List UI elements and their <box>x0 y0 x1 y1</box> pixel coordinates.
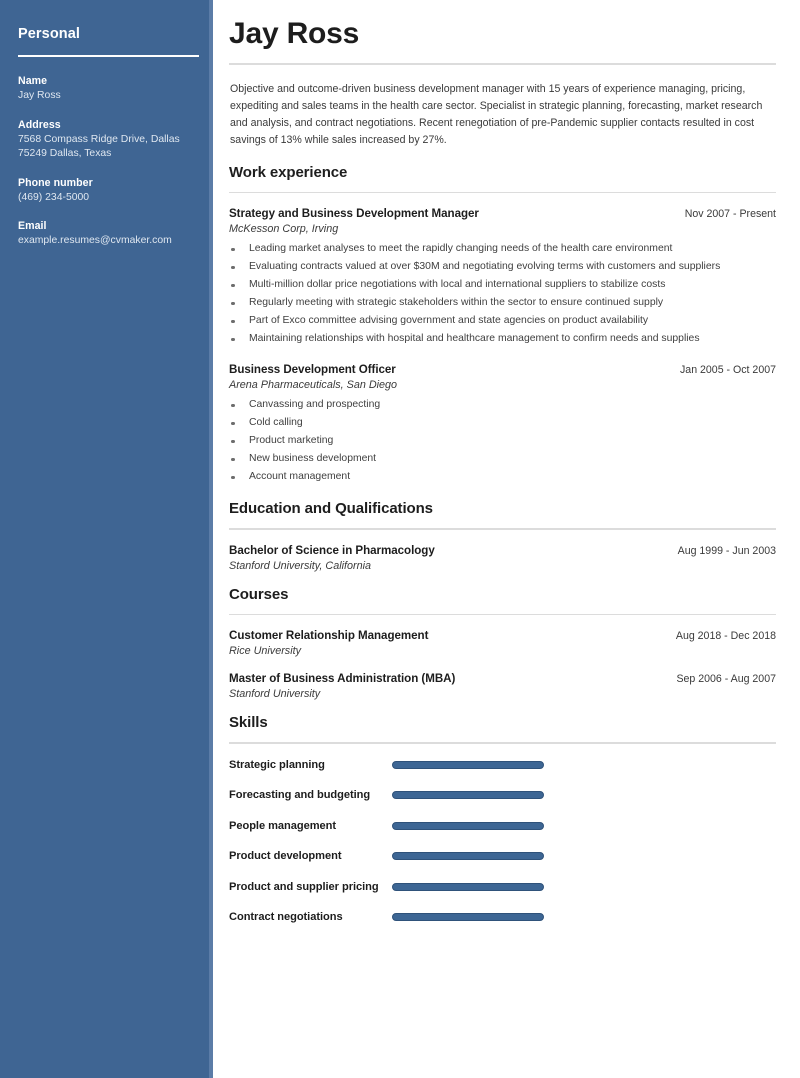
entry-date-range: Aug 2018 - Dec 2018 <box>675 630 776 643</box>
personal-sidebar: Personal Name Jay Ross Address 7568 Compass… <box>0 0 213 1078</box>
entry-bullet-list: Leading market analyses to meet the rapi… <box>229 235 776 348</box>
entry-bullet: Maintaining relationships with hospital … <box>229 330 776 348</box>
skill-row: Product development <box>229 841 776 872</box>
sidebar-field: Name Jay Ross <box>18 74 197 104</box>
section-work-experience: Work experience Strategy and Business De… <box>229 150 776 487</box>
skill-level-track <box>392 760 544 769</box>
entry-organization: Stanford University <box>229 688 321 701</box>
skills-rating-list: Strategic planning Forecasting and budget… <box>229 744 776 933</box>
skill-name: Forecasting and budgeting <box>229 789 371 802</box>
resume-entry: Strategy and Business Development Manage… <box>229 207 776 348</box>
section-heading-work: Work experience <box>229 163 348 181</box>
skill-level-track <box>392 913 544 922</box>
skill-name: People management <box>229 819 337 832</box>
sidebar-field: Email example.resumes@cvmaker.com <box>18 219 197 249</box>
sidebar-field-value: 75249 Dallas, Texas <box>18 148 112 159</box>
skill-row: Product and supplier pricing <box>229 872 776 903</box>
resume-page: Personal Name Jay Ross Address 7568 Compass… <box>0 0 800 1078</box>
resume-entry: Bachelor of Science in Pharmacology Aug 1… <box>229 544 776 572</box>
sidebar-field-label: Phone number <box>18 176 93 189</box>
entry-bullet: Regularly meeting with strategic stakeho… <box>229 294 776 312</box>
entry-date-range: Jan 2005 - Oct 2007 <box>680 364 776 377</box>
entry-bullet: Cold calling <box>229 414 776 432</box>
sidebar-divider <box>18 55 199 57</box>
skill-level-bar <box>392 913 544 922</box>
sidebar-field-value: example.resumes@cvmaker.com <box>18 235 172 246</box>
entry-header: Customer Relationship Management Aug 2018… <box>229 629 776 642</box>
skill-name: Strategic planning <box>229 758 325 771</box>
skill-level-bar <box>392 760 544 769</box>
entry-title: Strategy and Business Development Manage… <box>229 207 479 221</box>
entry-title: Business Development Officer <box>229 363 396 377</box>
entry-organization: McKesson Corp, Irving <box>229 223 339 236</box>
skill-level-bar <box>392 821 544 830</box>
sidebar-field-value: (469) 234-5000 <box>18 191 90 203</box>
entry-title: Master of Business Administration (MBA) <box>229 672 456 686</box>
section-education: Education and Qualifications Bachelor of… <box>229 486 776 572</box>
entry-bullet: Part of Exco committee advising governme… <box>229 312 776 330</box>
entry-header: Strategy and Business Development Manage… <box>229 207 776 220</box>
sidebar-field-label: Name <box>18 75 48 87</box>
work-entry-list: Strategy and Business Development Manage… <box>229 193 776 486</box>
sidebar-edge-accent <box>209 0 213 1078</box>
skill-name: Contract negotiations <box>229 911 343 924</box>
entry-bullet-list: Canvassing and prospecting Cold calling Pr… <box>229 391 776 486</box>
section-heading-skills: Skills <box>229 714 268 732</box>
section-skills: Skills Strategic planning Forecasting and… <box>229 700 776 933</box>
skill-level-bar <box>392 882 544 891</box>
skill-name: Product and supplier pricing <box>229 880 379 893</box>
entry-title: Bachelor of Science in Pharmacology <box>229 543 435 557</box>
entry-date-range: Nov 2007 - Present <box>684 208 776 221</box>
entry-header: Business Development Officer Jan 2005 - O… <box>229 363 776 376</box>
sidebar-field-value: 7568 Compass Ridge Drive, Dallas <box>18 133 180 145</box>
skill-level-track <box>392 882 544 891</box>
entry-bullet: Evaluating contracts valued at over $30M… <box>229 258 776 276</box>
entry-header: Bachelor of Science in Pharmacology Aug 1… <box>229 544 776 557</box>
sidebar-field-label: Address <box>18 118 61 131</box>
sidebar-field-label: Email <box>18 220 47 232</box>
skill-level-track <box>392 852 544 861</box>
section-heading-courses: Courses <box>229 585 289 603</box>
entry-organization: Arena Pharmaceuticals, San Diego <box>229 379 398 392</box>
entry-bullet: Account management <box>229 468 776 486</box>
sidebar-title: Personal <box>18 26 81 42</box>
resume-entry: Business Development Officer Jan 2005 - O… <box>229 363 776 486</box>
resume-entry: Customer Relationship Management Aug 2018… <box>229 629 776 657</box>
resume-entry: Master of Business Administration (MBA) S… <box>229 672 776 700</box>
skill-level-track <box>392 791 544 800</box>
entry-bullet: Leading market analyses to meet the rapi… <box>229 240 776 258</box>
section-heading-education: Education and Qualifications <box>229 500 433 518</box>
resume-main-content: Jay Ross Objective and outcome-driven bu… <box>213 0 800 1078</box>
entry-organization: Stanford University, California <box>229 559 372 572</box>
skill-level-bar <box>392 852 544 861</box>
skill-level-bar <box>392 791 544 800</box>
skill-row: Contract negotiations <box>229 902 776 933</box>
entry-header: Master of Business Administration (MBA) S… <box>229 672 776 685</box>
education-entry-list: Bachelor of Science in Pharmacology Aug 1… <box>229 530 776 572</box>
skill-row: People management <box>229 811 776 842</box>
objective-summary: Objective and outcome-driven business de… <box>230 82 763 147</box>
page-title: Jay Ross <box>229 17 360 50</box>
sidebar-field-value: Jay Ross <box>18 90 61 101</box>
skill-level-track <box>392 821 544 830</box>
entry-organization: Rice University <box>229 645 301 658</box>
sidebar-field: Phone number (469) 234-5000 <box>18 176 197 206</box>
sidebar-field-list: Name Jay Ross Address 7568 Compass Ridge Dr… <box>18 74 197 249</box>
entry-date-range: Sep 2006 - Aug 2007 <box>676 673 776 686</box>
skill-name: Product development <box>229 850 342 863</box>
skill-row: Strategic planning <box>229 750 776 781</box>
entry-bullet: Multi-million dollar price negotiations … <box>229 276 776 294</box>
entry-bullet: Canvassing and prospecting <box>229 396 776 414</box>
entry-bullet: New business development <box>229 450 776 468</box>
entry-date-range: Aug 1999 - Jun 2003 <box>677 544 776 557</box>
section-courses: Courses Customer Relationship Management… <box>229 572 776 700</box>
entry-bullet: Product marketing <box>229 432 776 450</box>
skill-row: Forecasting and budgeting <box>229 780 776 811</box>
sidebar-field: Address 7568 Compass Ridge Drive, Dallas 7… <box>18 118 197 162</box>
courses-entry-list: Customer Relationship Management Aug 2018… <box>229 615 776 700</box>
entry-title: Customer Relationship Management <box>229 629 429 643</box>
